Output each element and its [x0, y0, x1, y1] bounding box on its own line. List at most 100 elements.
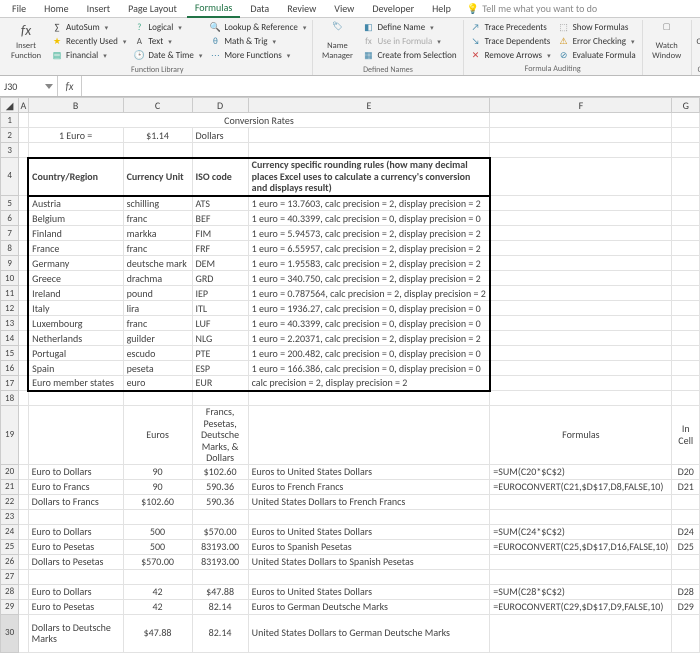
tab-data[interactable]: Data	[242, 0, 277, 17]
worksheet-grid[interactable]: ◢ABCDEFG 1Conversion Rates 21 Euro =$1.1…	[0, 97, 700, 653]
cell[interactable]: Finland	[28, 226, 123, 241]
row-7[interactable]: 7	[1, 226, 19, 241]
more-functions-button[interactable]: ⋯More Functions	[206, 48, 309, 62]
cell[interactable]: Euros	[123, 406, 192, 465]
col-A[interactable]: A	[19, 98, 28, 113]
cell[interactable]: peseta	[123, 361, 192, 376]
name-box[interactable]: J30	[0, 76, 58, 96]
financial-button[interactable]: ▤Financial	[48, 48, 129, 62]
datetime-button[interactable]: 🕒Date & Time	[130, 48, 205, 62]
cell[interactable]: Country/Region	[28, 158, 123, 196]
row-10[interactable]: 10	[1, 271, 19, 286]
row-17[interactable]: 17	[1, 376, 19, 391]
cell[interactable]: 1 euro = 40.3399, calc precision = 0, di…	[248, 316, 490, 331]
tab-review[interactable]: Review	[279, 0, 324, 17]
cell[interactable]: Ireland	[28, 286, 123, 301]
cell[interactable]: markka	[123, 226, 192, 241]
row-4[interactable]: 4	[1, 158, 19, 196]
logical-button[interactable]: ?Logical	[130, 20, 205, 34]
cell[interactable]: Austria	[28, 196, 123, 211]
cell[interactable]: GRD	[192, 271, 248, 286]
row-18[interactable]: 18	[1, 391, 19, 406]
cell[interactable]: euro	[123, 376, 192, 391]
recently-used-button[interactable]: ★Recently Used	[48, 34, 129, 48]
row-1[interactable]: 1	[1, 113, 19, 128]
row-5[interactable]: 5	[1, 196, 19, 211]
col-C[interactable]: C	[123, 98, 192, 113]
tab-help[interactable]: Help	[424, 0, 459, 17]
cell[interactable]: 1 euro = 40.3399, calc precision = 0, di…	[248, 211, 490, 226]
trace-precedents-button[interactable]: ↗Trace Precedents	[467, 20, 554, 34]
cell[interactable]: Spain	[28, 361, 123, 376]
cell[interactable]: Formulas	[490, 406, 672, 465]
cell[interactable]: ATS	[192, 196, 248, 211]
cell[interactable]: Dollars	[192, 128, 248, 143]
cell[interactable]: pound	[123, 286, 192, 301]
tab-developer[interactable]: Developer	[364, 0, 422, 17]
cell[interactable]: 1 euro = 166.386, calc precision = 0, di…	[248, 361, 490, 376]
cell[interactable]: NLG	[192, 331, 248, 346]
cell[interactable]: 1 euro = 2.20371, calc precision = 2, di…	[248, 331, 490, 346]
cell[interactable]: In Cell	[672, 406, 700, 465]
cell[interactable]: Conversion Rates	[28, 113, 490, 128]
cell[interactable]: 1 euro = 5.94573, calc precision = 2, di…	[248, 226, 490, 241]
tell-me[interactable]: 💡Tell me what you want to do	[467, 2, 597, 15]
text-button[interactable]: AText	[130, 34, 205, 48]
cell[interactable]: franc	[123, 211, 192, 226]
cell[interactable]: deutsche mark	[123, 256, 192, 271]
cell[interactable]: drachma	[123, 271, 192, 286]
cell[interactable]: schilling	[123, 196, 192, 211]
row-11[interactable]: 11	[1, 286, 19, 301]
cell[interactable]: 1 euro = 1.95583, calc precision = 2, di…	[248, 256, 490, 271]
cell[interactable]: ESP	[192, 361, 248, 376]
insert-function-button[interactable]: fxInsert Function	[5, 20, 47, 64]
row-9[interactable]: 9	[1, 256, 19, 271]
cell[interactable]: Euro member states	[28, 376, 123, 391]
cell[interactable]: ITL	[192, 301, 248, 316]
cell[interactable]: Currency Unit	[123, 158, 192, 196]
select-all[interactable]: ◢	[1, 98, 19, 113]
cell[interactable]: 1 euro = 340.750, calc precision = 2, di…	[248, 271, 490, 286]
row-2[interactable]: 2	[1, 128, 19, 143]
formula-input[interactable]	[82, 76, 700, 96]
col-D[interactable]: D	[192, 98, 248, 113]
cell[interactable]: escudo	[123, 346, 192, 361]
show-formulas-button[interactable]: ⬚Show Formulas	[555, 20, 639, 34]
cell[interactable]: lira	[123, 301, 192, 316]
col-F[interactable]: F	[490, 98, 672, 113]
col-E[interactable]: E	[248, 98, 490, 113]
cell[interactable]: 1 Euro =	[28, 128, 123, 143]
cell[interactable]: $1.14	[123, 128, 192, 143]
cell[interactable]: franc	[123, 241, 192, 256]
row-6[interactable]: 6	[1, 211, 19, 226]
row-3[interactable]: 3	[1, 143, 19, 158]
tab-home[interactable]: Home	[36, 0, 76, 17]
cell[interactable]: BEF	[192, 211, 248, 226]
row-8[interactable]: 8	[1, 241, 19, 256]
trace-dependents-button[interactable]: ↘Trace Dependents	[467, 34, 554, 48]
cell[interactable]: 1 euro = 13.7603, calc precision = 2, di…	[248, 196, 490, 211]
tab-view[interactable]: View	[326, 0, 362, 17]
cell[interactable]: EUR	[192, 376, 248, 391]
cell[interactable]: France	[28, 241, 123, 256]
cell[interactable]: LUF	[192, 316, 248, 331]
cell[interactable]: calc precision = 2, display precision = …	[248, 376, 490, 391]
create-from-selection-button[interactable]: ▦Create from Selection	[359, 48, 459, 62]
cell[interactable]: Greece	[28, 271, 123, 286]
tab-insert[interactable]: Insert	[79, 0, 119, 17]
tab-formulas[interactable]: Formulas	[187, 0, 240, 18]
define-name-button[interactable]: ◧Define Name	[359, 20, 459, 34]
fx-icon[interactable]: fx	[58, 76, 82, 96]
mathtrig-button[interactable]: θMath & Trig	[206, 34, 309, 48]
remove-arrows-button[interactable]: ✕Remove Arrows	[467, 48, 554, 62]
tab-file[interactable]: File	[4, 0, 34, 17]
cell[interactable]: IEP	[192, 286, 248, 301]
cell[interactable]: DEM	[192, 256, 248, 271]
cell[interactable]: 1 euro = 6.55957, calc precision = 2, di…	[248, 241, 490, 256]
cell[interactable]: 1 euro = 200.482, calc precision = 0, di…	[248, 346, 490, 361]
cell[interactable]: franc	[123, 316, 192, 331]
cell[interactable]: Luxembourg	[28, 316, 123, 331]
tab-page-layout[interactable]: Page Layout	[120, 0, 185, 17]
autosum-button[interactable]: ∑AutoSum	[48, 20, 129, 34]
cell[interactable]: PTE	[192, 346, 248, 361]
